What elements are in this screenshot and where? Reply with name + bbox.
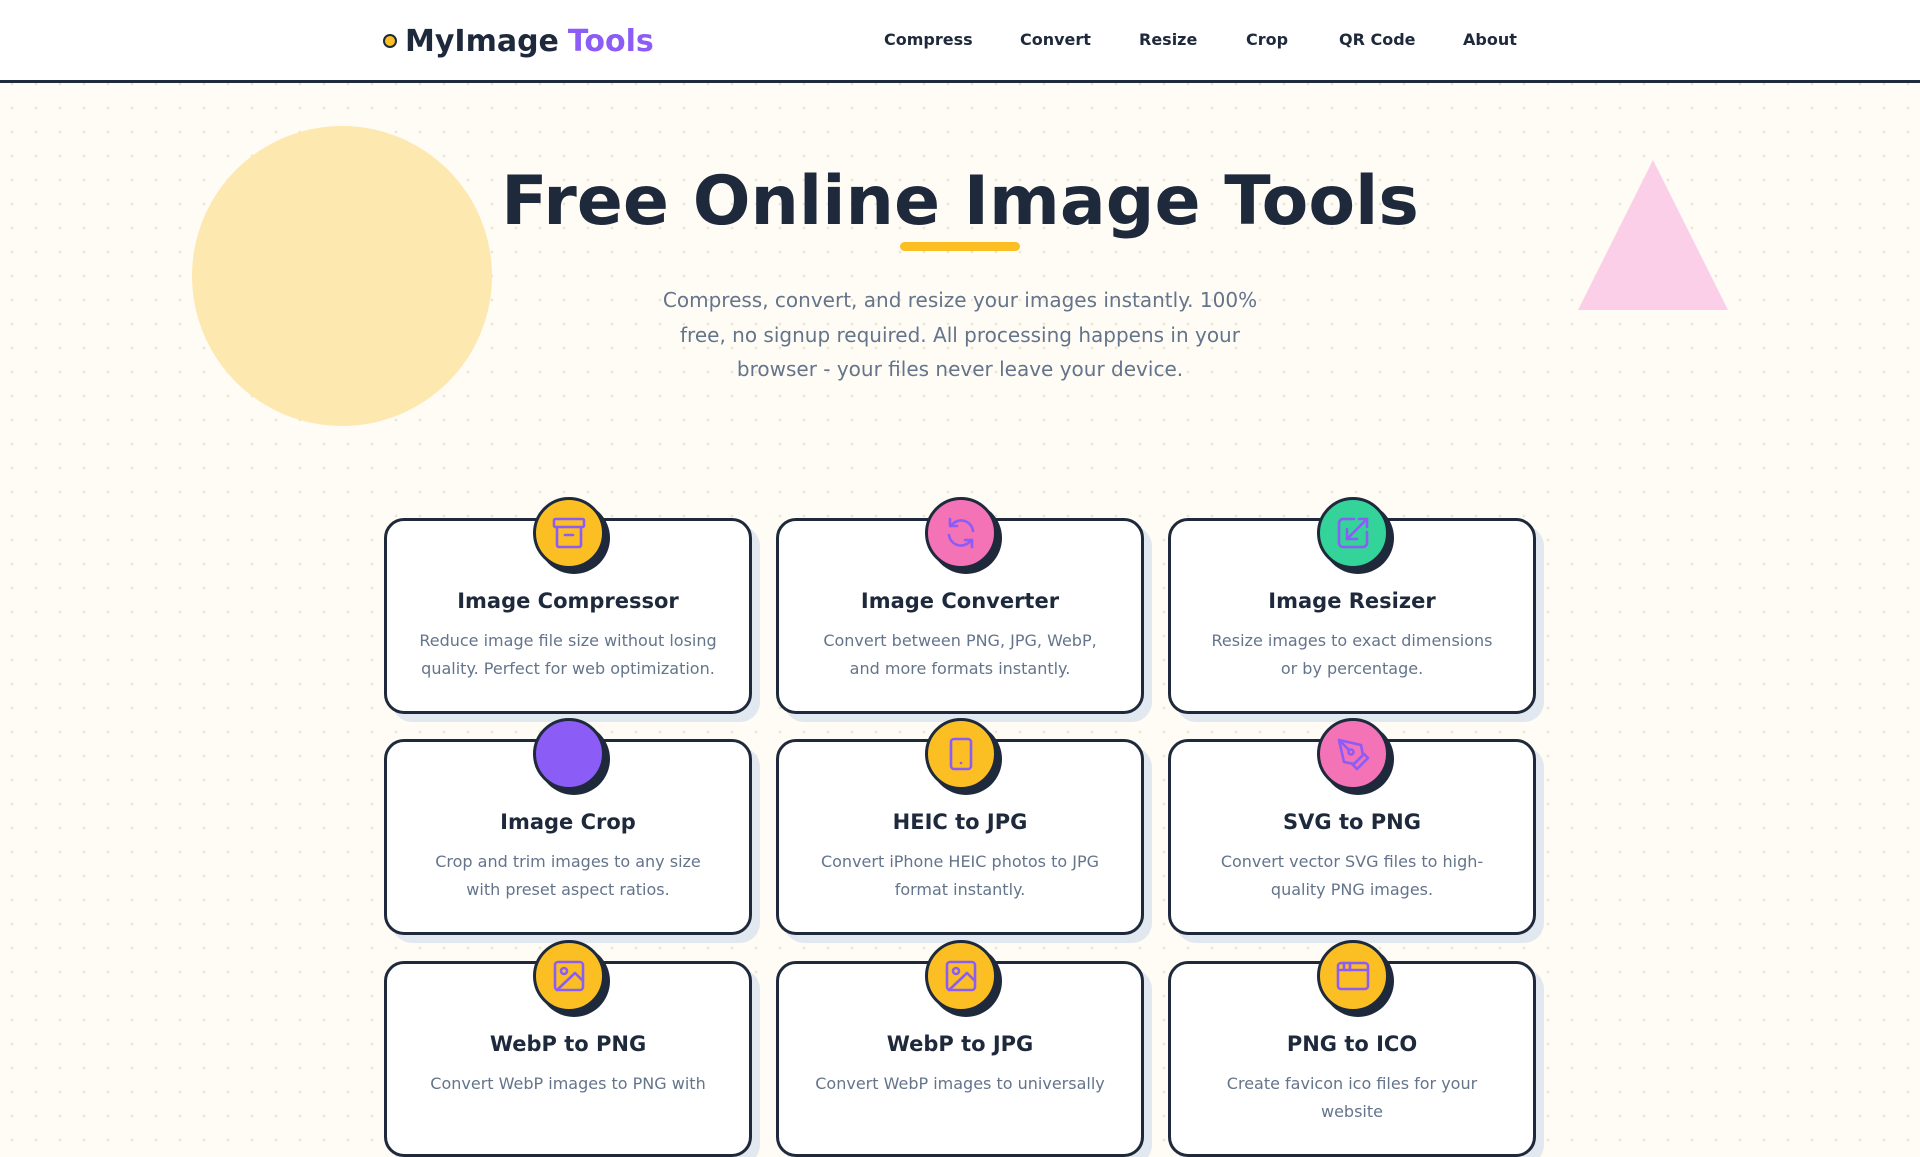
image-icon [533, 940, 605, 1012]
refresh-icon [925, 497, 997, 569]
archive-icon [533, 497, 605, 569]
tool-card[interactable]: HEIC to JPG Convert iPhone HEIC photos to… [776, 718, 1144, 935]
hero-title: Free Online Image Tools [501, 162, 1419, 241]
resize-arrow-icon [1317, 497, 1389, 569]
tool-card-title: HEIC to JPG [892, 810, 1028, 834]
tool-card-description: Convert WebP images to PNG with [430, 1074, 706, 1093]
tool-card-description: Reduce image file size without losing qu… [419, 631, 717, 678]
tool-card[interactable]: SVG to PNG Convert vector SVG files to hi… [1168, 718, 1536, 935]
tool-card-description: Crop and trim images to any size with pr… [435, 852, 701, 899]
phone-icon [925, 718, 997, 790]
tool-card-title: Image Compressor [457, 589, 679, 613]
site-header: MyImage Tools Compress Convert Resize Cr… [0, 0, 1920, 83]
tool-card-title: Image Crop [500, 810, 636, 834]
tool-card-title: WebP to PNG [489, 1032, 647, 1056]
tool-card[interactable]: Image Compressor Reduce image file size w… [384, 497, 752, 714]
nav-resize[interactable]: Resize [1139, 30, 1197, 49]
tool-card-description: Convert iPhone HEIC photos to JPG format… [820, 852, 1100, 899]
tool-card-title: Image Converter [860, 589, 1060, 613]
hero-subtitle: Compress, convert, and resize your image… [662, 288, 1258, 381]
crop-icon [533, 718, 605, 790]
nav-about[interactable]: About [1463, 30, 1517, 49]
pen-tool-icon [1317, 718, 1389, 790]
tool-card-title: SVG to PNG [1283, 810, 1421, 834]
tool-card[interactable]: PNG to ICO Create favicon ico files for y… [1168, 940, 1536, 1157]
main-nav: Compress Convert Resize Crop QR Code Abo… [0, 30, 1920, 50]
tool-card[interactable]: Image Converter Convert between PNG, JPG,… [776, 497, 1144, 714]
nav-qr-code[interactable]: QR Code [1339, 30, 1416, 49]
nav-crop[interactable]: Crop [1246, 30, 1288, 49]
tool-card[interactable]: Image Resizer Resize images to exact dime… [1168, 497, 1536, 714]
tool-card-title: PNG to ICO [1286, 1032, 1418, 1056]
browser-window-icon [1317, 940, 1389, 1012]
tool-card-description: Create favicon ico files for your websit… [1226, 1074, 1478, 1121]
tool-card[interactable]: WebP to PNG Convert WebP images to PNG wi… [384, 940, 752, 1157]
tool-card[interactable]: WebP to JPG Convert WebP images to univer… [776, 940, 1144, 1157]
tool-card-title: WebP to JPG [886, 1032, 1034, 1056]
nav-compress[interactable]: Compress [884, 30, 973, 49]
tool-card-description: Convert vector SVG files to high-quality… [1220, 852, 1484, 899]
title-underline [900, 242, 1020, 251]
tool-card-description: Convert WebP images to universally [815, 1074, 1105, 1093]
nav-convert[interactable]: Convert [1020, 30, 1091, 49]
tool-card-description: Convert between PNG, JPG, WebP, and more… [823, 631, 1097, 678]
tool-card-title: Image Resizer [1268, 589, 1436, 613]
image-icon [925, 940, 997, 1012]
tool-card[interactable]: Image Crop Crop and trim images to any si… [384, 718, 752, 935]
tool-card-description: Resize images to exact dimensions or by … [1211, 631, 1493, 678]
